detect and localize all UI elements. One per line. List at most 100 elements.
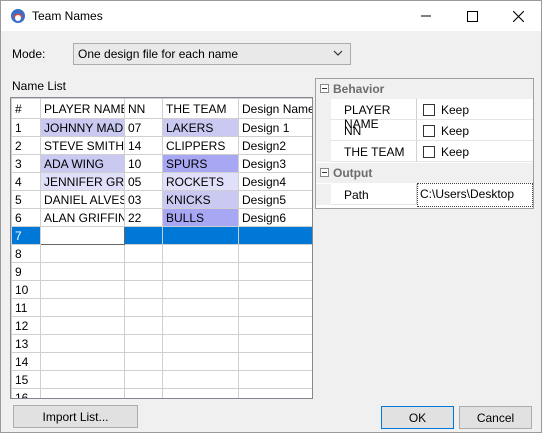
table-cell[interactable]: Design3: [238, 154, 312, 173]
table-cell[interactable]: Design2: [238, 136, 312, 155]
table-cell[interactable]: [238, 280, 312, 299]
column-header[interactable]: #: [11, 98, 41, 119]
table-cell[interactable]: 13: [11, 334, 41, 353]
table-cell[interactable]: [40, 298, 125, 317]
table-cell[interactable]: [40, 244, 125, 263]
table-row[interactable]: 9: [11, 262, 312, 281]
table-cell[interactable]: DANIEL ALVES: [40, 190, 125, 209]
table-cell[interactable]: [40, 352, 125, 371]
table-cell[interactable]: KNICKS: [162, 190, 239, 209]
table-cell[interactable]: [40, 262, 125, 281]
table-cell[interactable]: 6: [11, 208, 41, 227]
table-cell[interactable]: Design4: [238, 172, 312, 191]
table-cell[interactable]: [40, 226, 125, 245]
keep-checkbox[interactable]: [423, 104, 435, 116]
table-row[interactable]: 2 STEVE SMITH 14 CLIPPERS Design2: [11, 136, 312, 155]
table-cell[interactable]: [124, 352, 163, 371]
table-cell[interactable]: [124, 298, 163, 317]
table-row[interactable]: 4JENNIFER GREY05ROCKETSDesign4: [11, 172, 312, 191]
table-cell[interactable]: 8: [11, 244, 41, 263]
table-cell[interactable]: [238, 244, 312, 263]
table-cell[interactable]: ROCKETS: [162, 172, 239, 191]
keep-checkbox[interactable]: [423, 125, 435, 137]
table-cell[interactable]: [162, 388, 239, 398]
table-cell[interactable]: 3: [11, 154, 41, 173]
table-cell[interactable]: [238, 262, 312, 281]
table-cell[interactable]: [162, 298, 239, 317]
cancel-button[interactable]: Cancel: [459, 406, 532, 429]
table-cell[interactable]: 12: [11, 316, 41, 335]
table-cell[interactable]: [40, 334, 125, 353]
table-row[interactable]: 14: [11, 352, 312, 371]
table-cell[interactable]: [162, 262, 239, 281]
property-value[interactable]: Keep: [417, 141, 533, 162]
table-cell[interactable]: 14: [124, 136, 163, 155]
table-cell[interactable]: BULLS: [162, 208, 239, 227]
table-cell[interactable]: [124, 226, 163, 245]
table-cell[interactable]: 11: [11, 298, 41, 317]
table-cell[interactable]: [238, 370, 312, 389]
table-row[interactable]: 11: [11, 298, 312, 317]
table-row[interactable]: 16: [11, 388, 312, 398]
table-cell[interactable]: [238, 352, 312, 371]
table-cell[interactable]: 4: [11, 172, 41, 191]
table-cell[interactable]: [238, 388, 312, 398]
table-row[interactable]: 6 ALAN GRIFFIN 22 BULLS Design6: [11, 208, 312, 227]
mode-dropdown[interactable]: One design file for each name: [73, 43, 351, 65]
minimize-button[interactable]: [403, 1, 449, 31]
output-category[interactable]: Output: [316, 163, 533, 183]
table-cell[interactable]: [162, 370, 239, 389]
table-row[interactable]: 7: [11, 226, 312, 245]
table-cell[interactable]: [162, 316, 239, 335]
property-row-nn[interactable]: NN Keep: [316, 120, 533, 141]
table-cell[interactable]: 05: [124, 172, 163, 191]
table-cell[interactable]: [124, 280, 163, 299]
table-row[interactable]: 10: [11, 280, 312, 299]
collapse-icon[interactable]: [320, 168, 329, 177]
table-cell[interactable]: 03: [124, 190, 163, 209]
table-cell[interactable]: [162, 334, 239, 353]
property-value[interactable]: Keep: [417, 99, 533, 120]
table-cell[interactable]: CLIPPERS: [162, 136, 239, 155]
table-cell[interactable]: Design 1: [238, 118, 312, 137]
property-row-player-name[interactable]: PLAYER NAME Keep: [316, 99, 533, 131]
table-cell[interactable]: STEVE SMITH: [40, 136, 125, 155]
table-row[interactable]: 12: [11, 316, 312, 335]
table-cell[interactable]: [40, 316, 125, 335]
table-cell[interactable]: Design5: [238, 190, 312, 209]
table-cell[interactable]: [162, 226, 239, 245]
column-header[interactable]: PLAYER NAME: [40, 98, 125, 119]
table-cell[interactable]: ALAN GRIFFIN: [40, 208, 125, 227]
table-cell[interactable]: JENNIFER GREY: [40, 172, 125, 191]
behavior-category[interactable]: Behavior: [316, 79, 533, 99]
table-cell[interactable]: [40, 370, 125, 389]
collapse-icon[interactable]: [320, 84, 329, 93]
column-header[interactable]: Design Name: [238, 98, 312, 119]
table-cell[interactable]: LAKERS: [162, 118, 239, 137]
table-row[interactable]: 5 DANIEL ALVES 03 KNICKS Design5: [11, 190, 312, 209]
table-row[interactable]: 8: [11, 244, 312, 263]
table-cell[interactable]: [238, 316, 312, 335]
property-row-the-team[interactable]: THE TEAM Keep: [316, 141, 533, 162]
table-cell[interactable]: [40, 280, 125, 299]
table-row[interactable]: 15: [11, 370, 312, 389]
close-button[interactable]: [495, 1, 541, 31]
keep-checkbox[interactable]: [423, 146, 435, 158]
table-cell[interactable]: [124, 370, 163, 389]
property-grid[interactable]: Behavior PLAYER NAME Keep NN Keep THE TE…: [315, 78, 534, 209]
table-cell[interactable]: [162, 352, 239, 371]
table-cell[interactable]: 07: [124, 118, 163, 137]
table-cell[interactable]: [238, 334, 312, 353]
table-cell[interactable]: 5: [11, 190, 41, 209]
table-cell[interactable]: [124, 244, 163, 263]
table-cell[interactable]: [238, 298, 312, 317]
table-cell[interactable]: 15: [11, 370, 41, 389]
table-cell[interactable]: [162, 244, 239, 263]
table-cell[interactable]: [40, 388, 125, 398]
table-cell[interactable]: 16: [11, 388, 41, 398]
property-row-path[interactable]: Path C:\Users\Desktop: [316, 183, 533, 207]
table-cell[interactable]: 10: [124, 154, 163, 173]
table-cell[interactable]: [124, 388, 163, 398]
property-value[interactable]: Keep: [417, 120, 533, 141]
table-cell[interactable]: ADA WING: [40, 154, 125, 173]
